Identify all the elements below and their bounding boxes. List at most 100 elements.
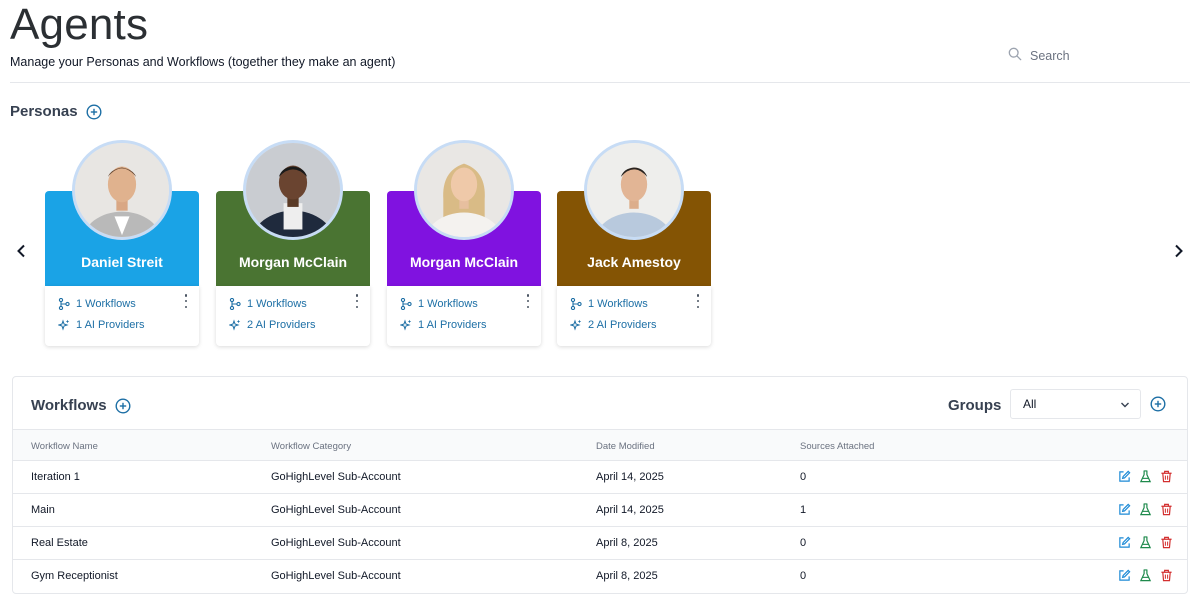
column-header-date[interactable]: Date Modified xyxy=(596,441,655,452)
delete-icon[interactable] xyxy=(1160,503,1173,516)
workflow-category: GoHighLevel Sub-Account xyxy=(271,537,401,549)
persona-workflows-label: 1 Workflows xyxy=(247,298,307,310)
column-header-sources[interactable]: Sources Attached xyxy=(800,441,874,452)
groups-select-value: All xyxy=(1023,397,1037,411)
column-header-category[interactable]: Workflow Category xyxy=(271,441,351,452)
groups-select[interactable]: All xyxy=(1010,389,1141,419)
delete-icon[interactable] xyxy=(1160,470,1173,483)
test-flask-icon[interactable] xyxy=(1139,569,1152,582)
personas-header: Personas xyxy=(10,103,102,120)
persona-card[interactable]: Morgan McClain 1 Workflows 2 AI Provider… xyxy=(216,140,370,346)
workflow-name: Real Estate xyxy=(31,537,88,549)
test-flask-icon[interactable] xyxy=(1139,470,1152,483)
groups-label: Groups xyxy=(948,397,1002,414)
persona-workflows-link[interactable]: 1 Workflows xyxy=(229,298,307,310)
workflow-category: GoHighLevel Sub-Account xyxy=(271,504,401,516)
more-options-icon[interactable] xyxy=(525,294,531,308)
persona-card-body: 1 Workflows 2 AI Providers xyxy=(557,286,711,346)
workflow-icon xyxy=(570,298,582,310)
table-row[interactable]: Main GoHighLevel Sub-Account April 14, 2… xyxy=(13,494,1187,527)
persona-card-body: 1 Workflows 2 AI Providers xyxy=(216,286,370,346)
persona-card-body: 1 Workflows 1 AI Providers xyxy=(45,286,199,346)
persona-workflows-label: 1 Workflows xyxy=(588,298,648,310)
add-workflow-button[interactable] xyxy=(115,397,131,414)
workflow-date: April 8, 2025 xyxy=(596,537,658,549)
workflow-name: Iteration 1 xyxy=(31,471,80,483)
more-options-icon[interactable] xyxy=(183,294,189,308)
persona-providers-link[interactable]: 1 AI Providers xyxy=(58,319,144,331)
delete-icon[interactable] xyxy=(1160,569,1173,582)
edit-icon[interactable] xyxy=(1118,503,1131,516)
carousel-next-button[interactable] xyxy=(1168,241,1188,261)
sparkle-icon xyxy=(570,319,582,331)
workflow-icon xyxy=(58,298,70,310)
persona-workflows-link[interactable]: 1 Workflows xyxy=(58,298,136,310)
row-actions xyxy=(1118,536,1173,549)
search-box[interactable] xyxy=(1008,46,1188,66)
plus-circle-icon xyxy=(1150,396,1166,412)
edit-icon[interactable] xyxy=(1118,536,1131,549)
add-persona-button[interactable] xyxy=(86,103,102,120)
personas-title: Personas xyxy=(10,103,78,120)
avatar xyxy=(584,140,684,240)
page-title: Agents xyxy=(10,0,149,49)
edit-icon[interactable] xyxy=(1118,569,1131,582)
persona-providers-label: 1 AI Providers xyxy=(418,319,487,331)
chevron-right-icon xyxy=(1175,244,1183,258)
avatar xyxy=(414,140,514,240)
table-row[interactable]: Gym Receptionist GoHighLevel Sub-Account… xyxy=(13,560,1187,593)
row-actions xyxy=(1118,569,1173,582)
workflows-title: Workflows xyxy=(31,397,107,414)
persona-card-body: 1 Workflows 1 AI Providers xyxy=(387,286,541,346)
workflow-sources: 0 xyxy=(800,537,807,549)
persona-workflows-label: 1 Workflows xyxy=(418,298,478,310)
persona-providers-link[interactable]: 2 AI Providers xyxy=(229,319,315,331)
test-flask-icon[interactable] xyxy=(1139,503,1152,516)
persona-workflows-link[interactable]: 1 Workflows xyxy=(570,298,648,310)
persona-providers-label: 2 AI Providers xyxy=(588,319,657,331)
chevron-left-icon xyxy=(17,244,25,258)
delete-icon[interactable] xyxy=(1160,536,1173,549)
workflow-date: April 14, 2025 xyxy=(596,471,664,483)
row-actions xyxy=(1118,503,1173,516)
plus-circle-icon xyxy=(86,103,102,120)
table-row[interactable]: Iteration 1 GoHighLevel Sub-Account Apri… xyxy=(13,461,1187,494)
plus-circle-icon xyxy=(115,397,131,414)
search-input[interactable] xyxy=(1030,49,1180,63)
test-flask-icon[interactable] xyxy=(1139,536,1152,549)
sparkle-icon xyxy=(229,319,241,331)
row-actions xyxy=(1118,470,1173,483)
workflow-icon xyxy=(400,298,412,310)
persona-providers-link[interactable]: 1 AI Providers xyxy=(400,319,486,331)
header-divider xyxy=(10,82,1190,83)
persona-workflows-label: 1 Workflows xyxy=(76,298,136,310)
workflows-header: Workflows xyxy=(31,397,131,414)
workflow-sources: 1 xyxy=(800,504,807,516)
column-header-name[interactable]: Workflow Name xyxy=(31,441,98,452)
sparkle-icon xyxy=(400,319,412,331)
more-options-icon[interactable] xyxy=(354,294,360,308)
add-group-button[interactable] xyxy=(1150,396,1166,412)
workflow-name: Gym Receptionist xyxy=(31,570,118,582)
search-icon xyxy=(1008,47,1022,66)
more-options-icon[interactable] xyxy=(695,294,701,308)
carousel-prev-button[interactable] xyxy=(12,241,32,261)
edit-icon[interactable] xyxy=(1118,470,1131,483)
persona-card[interactable]: Jack Amestoy 1 Workflows 2 AI Providers xyxy=(557,140,711,346)
table-header: Workflow Name Workflow Category Date Mod… xyxy=(13,429,1187,461)
workflow-sources: 0 xyxy=(800,471,807,483)
persona-providers-link[interactable]: 2 AI Providers xyxy=(570,319,656,331)
persona-name: Jack Amestoy xyxy=(587,254,681,270)
persona-card[interactable]: Morgan McClain 1 Workflows 1 AI Provider… xyxy=(387,140,541,346)
workflows-panel: Workflows Groups All Workflow Name Workf… xyxy=(12,376,1188,594)
workflow-date: April 8, 2025 xyxy=(596,570,658,582)
avatar xyxy=(243,140,343,240)
persona-name: Morgan McClain xyxy=(409,254,519,270)
persona-workflows-link[interactable]: 1 Workflows xyxy=(400,298,478,310)
workflow-sources: 0 xyxy=(800,570,807,582)
table-row[interactable]: Real Estate GoHighLevel Sub-Account Apri… xyxy=(13,527,1187,560)
persona-card[interactable]: Daniel Streit 1 Workflows 1 AI Providers xyxy=(45,140,199,346)
workflow-category: GoHighLevel Sub-Account xyxy=(271,471,401,483)
persona-name: Morgan McClain xyxy=(238,254,348,270)
workflow-name: Main xyxy=(31,504,55,516)
